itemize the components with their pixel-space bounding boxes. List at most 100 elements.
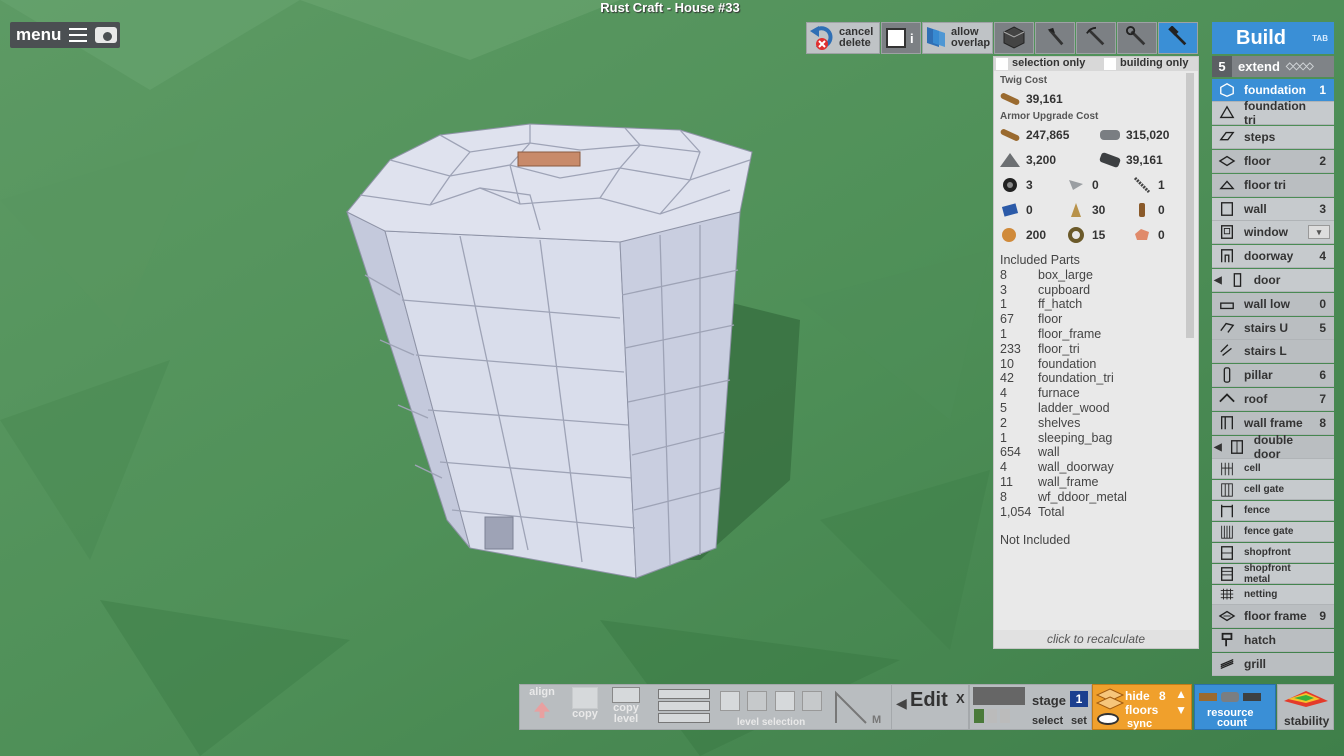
tool-pickaxe-button[interactable] <box>1076 22 1116 54</box>
build-item-window[interactable]: window ▾ <box>1212 221 1334 244</box>
build-title: Build <box>1236 26 1286 49</box>
build-item-floor-frame[interactable]: floor frame 9 <box>1212 605 1334 628</box>
part-name: shelves <box>1038 415 1081 430</box>
build-item-roof[interactable]: roof 7 <box>1212 388 1334 411</box>
floor-up-icon[interactable]: ▲ <box>1175 687 1187 701</box>
build-item-wall-frame[interactable]: wall frame 8 <box>1212 412 1334 435</box>
copy-level-button[interactable]: copy level <box>608 687 644 725</box>
small-value-1-1: 3 <box>1026 177 1033 192</box>
stage-preview <box>973 687 1025 705</box>
selection-only-checkbox[interactable] <box>996 58 1008 70</box>
build-item-shopfront[interactable]: shopfront <box>1212 543 1334 563</box>
expand-arrow-icon[interactable]: ◀ <box>1214 275 1222 286</box>
cube-icon <box>1002 25 1026 52</box>
wrench-icon <box>1126 25 1148 51</box>
recalculate-button[interactable]: click to recalculate <box>994 630 1198 648</box>
window-options-icon[interactable]: ▾ <box>1308 225 1330 239</box>
part-count: 3 <box>1000 282 1007 297</box>
align-label: align <box>529 686 555 698</box>
build-item-shopfront-metal[interactable]: shopfront metal <box>1212 563 1334 585</box>
build-item-fence[interactable]: fence <box>1212 501 1334 521</box>
build-item-foundation-tri[interactable]: foundation tri <box>1212 99 1334 127</box>
part-count: 11 <box>1000 474 1013 489</box>
camera-icon[interactable] <box>95 27 118 43</box>
tool-cube-button[interactable] <box>994 22 1034 54</box>
build-item-stairs-l[interactable]: stairs L <box>1212 340 1334 363</box>
stone-icon <box>1098 126 1122 144</box>
build-item-key: 2 <box>1319 154 1326 168</box>
extend-arrows-icon[interactable]: ◇◇◇◇ <box>1286 61 1314 72</box>
tool-hatchet-button[interactable] <box>1035 22 1075 54</box>
build-item-hatch[interactable]: hatch <box>1212 629 1334 652</box>
build-item-doorway[interactable]: doorway 4 <box>1212 245 1334 268</box>
part-row: 42 foundation_tri <box>1000 371 1198 386</box>
build-item-label: netting <box>1244 589 1278 600</box>
hide-floors-button[interactable]: hide 8 floors sync ▲ ▼ <box>1092 684 1192 730</box>
copy-level-label-2: level <box>613 713 639 725</box>
cloth-icon <box>1064 201 1088 219</box>
sync-label[interactable]: sync <box>1127 718 1152 730</box>
build-item-cell[interactable]: cell <box>1212 459 1334 479</box>
blade-icon <box>1064 176 1088 194</box>
eye-icon <box>1097 713 1119 725</box>
not-included-heading: Not Included <box>1000 533 1071 548</box>
build-item-wall-low[interactable]: wall low 0 <box>1212 293 1334 316</box>
stability-button[interactable]: stability <box>1277 684 1334 730</box>
part-row: 1 sleeping_bag <box>1000 431 1198 446</box>
build-item-pillar[interactable]: pillar 6 <box>1212 364 1334 387</box>
allow-overlap-button[interactable]: allow overlap <box>922 22 993 54</box>
build-item-door[interactable]: ◀ door <box>1212 269 1334 292</box>
tool-hammer-button[interactable] <box>1158 22 1198 54</box>
grill-icon <box>1216 656 1238 672</box>
stairs-l-icon <box>1216 343 1238 359</box>
set-button[interactable]: set <box>1071 715 1087 727</box>
level-stack-icon[interactable] <box>658 687 710 727</box>
close-x[interactable]: X <box>956 691 965 706</box>
align-button[interactable]: align <box>524 687 560 718</box>
building-only-checkbox[interactable] <box>1104 58 1116 70</box>
build-item-steps[interactable]: steps <box>1212 126 1334 149</box>
tool-wrench-button[interactable] <box>1117 22 1157 54</box>
view-toggle-button[interactable]: i <box>881 22 921 54</box>
build-item-label: wall <box>1244 202 1267 216</box>
menu-button[interactable]: menu <box>10 22 120 48</box>
pickaxe-icon <box>1085 26 1107 51</box>
build-item-grill[interactable]: grill <box>1212 653 1334 676</box>
part-name: floor_tri <box>1038 341 1080 356</box>
build-item-key: 3 <box>1319 202 1326 216</box>
stage-number[interactable]: 1 <box>1070 691 1088 707</box>
build-item-stairs-u[interactable]: stairs U 5 <box>1212 317 1334 340</box>
build-item-label: stairs U <box>1244 321 1289 335</box>
count-label: count <box>1217 717 1247 729</box>
floor-down-icon[interactable]: ▼ <box>1175 703 1187 717</box>
build-item-double-door[interactable]: ◀ double door <box>1212 433 1334 461</box>
cost-scrollbar[interactable] <box>1186 73 1194 338</box>
build-item-floor[interactable]: floor 2 <box>1212 150 1334 173</box>
build-item-wall[interactable]: wall 3 <box>1212 198 1334 221</box>
resource-count-button[interactable]: resource count <box>1194 684 1276 730</box>
small-value-3-2: 15 <box>1092 227 1106 242</box>
cancel-delete-button[interactable]: cancel delete <box>806 22 880 54</box>
copy-button[interactable]: copy <box>566 687 604 720</box>
build-item-floor-tri[interactable]: floor tri <box>1212 174 1334 197</box>
build-header[interactable]: Build TAB <box>1212 22 1334 54</box>
build-item-cell-gate[interactable]: cell gate <box>1212 480 1334 500</box>
expand-arrow-icon[interactable]: ◀ <box>1214 442 1222 453</box>
build-item-label: cell <box>1244 463 1261 474</box>
extend-label: extend <box>1238 59 1280 74</box>
floor-tri-icon <box>1216 177 1238 193</box>
extend-control[interactable]: 5 extend ◇◇◇◇ <box>1212 56 1334 77</box>
level-selection-cubes[interactable]: level selection <box>716 691 826 728</box>
select-button[interactable]: select <box>1032 715 1063 727</box>
part-row: 8 wf_ddoor_metal <box>1000 490 1198 505</box>
build-item-netting[interactable]: netting <box>1212 585 1334 605</box>
level-cube-icon <box>774 691 795 711</box>
build-item-fence-gate[interactable]: fence gate <box>1212 522 1334 542</box>
build-item-label: double door <box>1253 433 1294 461</box>
measure-button[interactable] <box>832 689 872 728</box>
window-title: Rust Craft - House #33 <box>600 0 740 15</box>
extend-count: 5 <box>1212 56 1232 77</box>
tab-hint: TAB <box>1312 34 1328 43</box>
edit-panel[interactable]: ◀ Edit X <box>891 684 969 730</box>
part-name: ladder_wood <box>1038 400 1110 415</box>
